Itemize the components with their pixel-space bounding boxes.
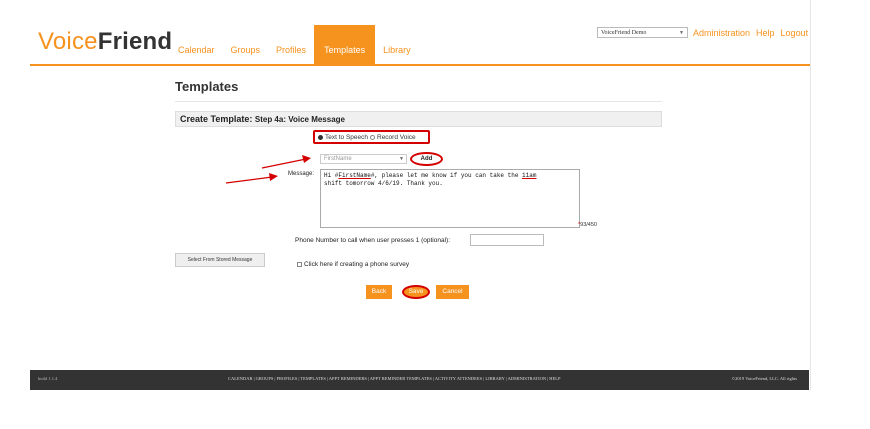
annotation-arrows xyxy=(225,155,311,184)
arrow-to-field-select xyxy=(261,155,311,169)
arrow-to-message xyxy=(225,173,278,184)
